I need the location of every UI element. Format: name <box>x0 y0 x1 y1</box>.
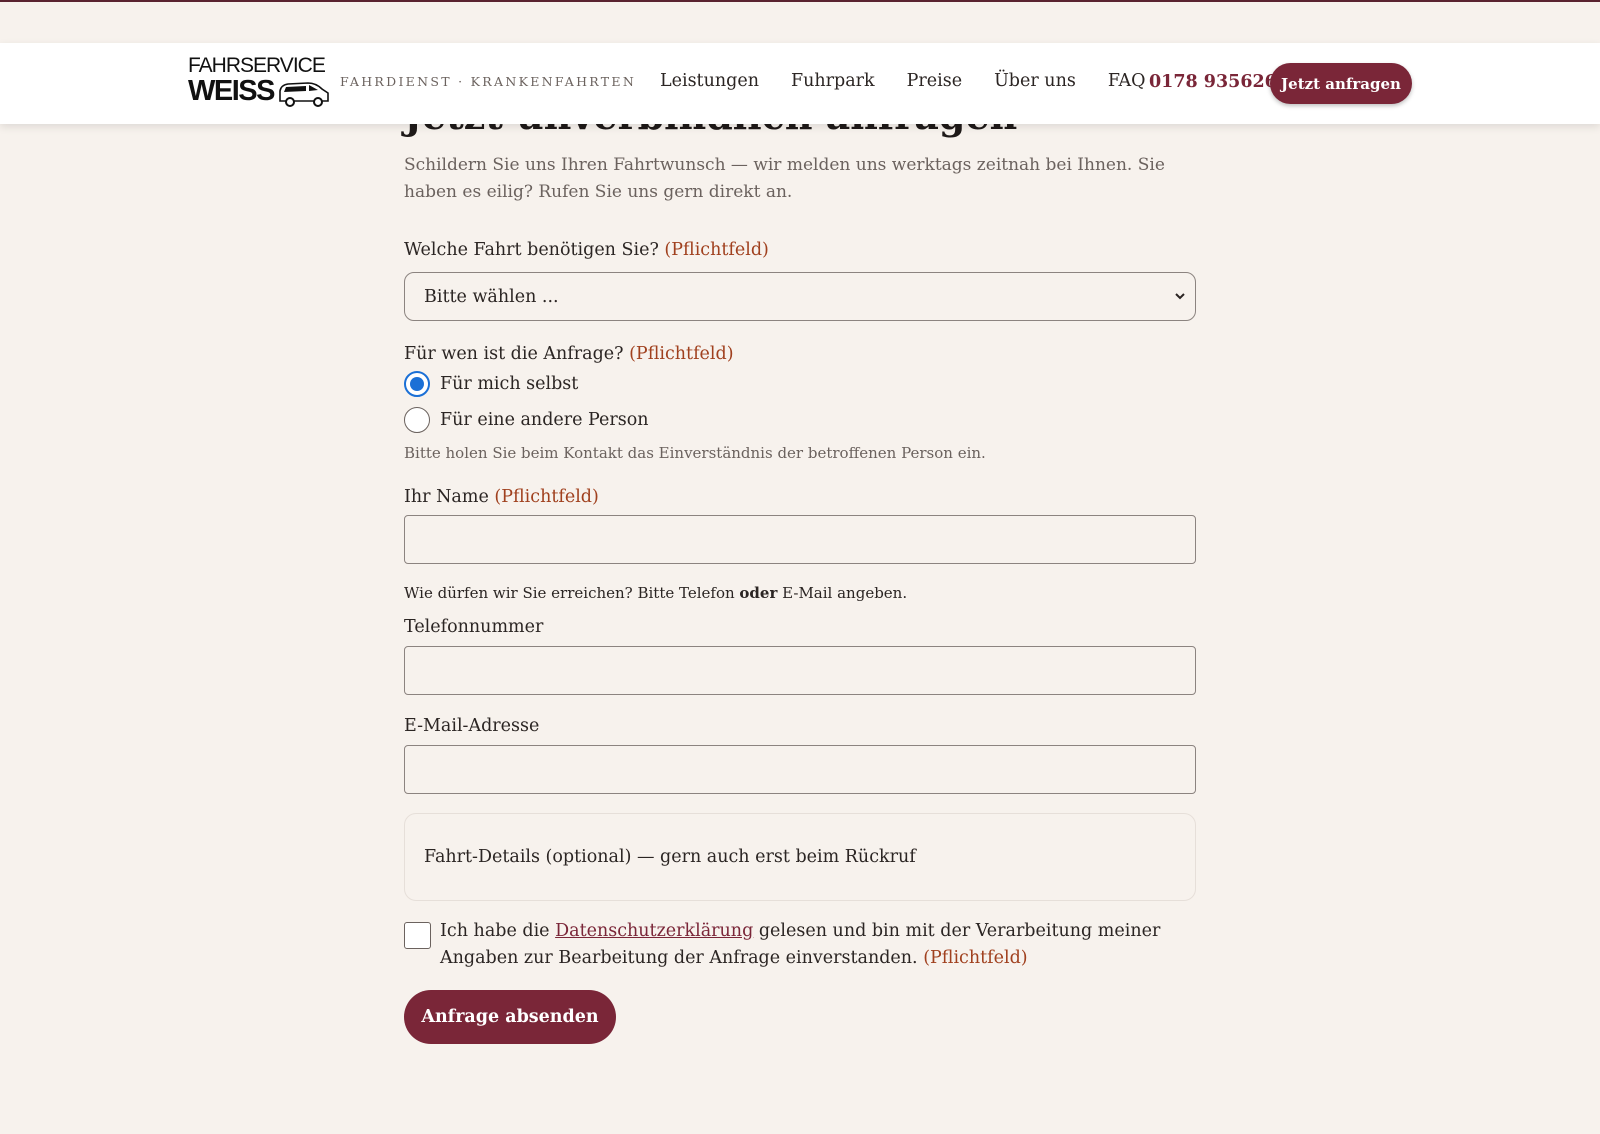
top-accent-line <box>0 0 1600 2</box>
details-textarea[interactable]: Fahrt-Details (optional) — gern auch ers… <box>404 813 1196 901</box>
name-label: Ihr Name (Pflichtfeld) <box>404 487 599 507</box>
logo-text-bottom: WEISS <box>188 75 275 107</box>
for-whom-label: Für wen ist die Anfrage? (Pflichtfeld) <box>404 344 734 364</box>
ride-type-label: Welche Fahrt benötigen Sie? (Pflichtfeld… <box>404 240 769 260</box>
nav-ueber-uns[interactable]: Über uns <box>994 71 1076 91</box>
nav-faq[interactable]: FAQ <box>1108 71 1146 91</box>
phone-link[interactable]: 0178 9356262 <box>1149 72 1289 92</box>
name-input[interactable] <box>404 515 1196 564</box>
consent-hint: Bitte holen Sie beim Kontakt das Einvers… <box>404 444 986 462</box>
radio-other[interactable] <box>404 407 430 433</box>
required-marker: (Pflichtfeld) <box>494 487 599 507</box>
logo[interactable]: FAHRSERVICE WEISS <box>188 55 330 113</box>
required-marker: (Pflichtfeld) <box>629 344 734 364</box>
phone-input[interactable] <box>404 646 1196 695</box>
phone-label: Telefonnummer <box>404 617 544 637</box>
intro-text: Schildern Sie uns Ihren Fahrtwunsch — wi… <box>404 155 1165 202</box>
submit-button[interactable]: Anfrage absenden <box>404 990 616 1044</box>
radio-option-self[interactable]: Für mich selbst <box>404 371 578 397</box>
email-label: E-Mail-Adresse <box>404 716 540 736</box>
nav-fuhrpark[interactable]: Fuhrpark <box>791 71 875 91</box>
contact-hint: Wie dürfen wir Sie erreichen? Bitte Tele… <box>404 584 908 602</box>
request-cta-button[interactable]: Jetzt anfragen <box>1270 63 1412 104</box>
radio-option-other[interactable]: Für eine andere Person <box>404 407 649 433</box>
logo-text-top: FAHRSERVICE <box>188 54 326 77</box>
tagline: FAHRDIENST · KRANKENFAHRTEN <box>340 74 637 89</box>
site-header: FAHRSERVICE WEISS FAHRDIENST · KRANKENFA… <box>0 43 1600 124</box>
privacy-checkbox[interactable] <box>404 922 431 949</box>
required-marker: (Pflichtfeld) <box>923 948 1028 968</box>
details-placeholder: Fahrt-Details (optional) — gern auch ers… <box>424 847 916 867</box>
chevron-down-icon <box>1175 293 1185 300</box>
nav-preise[interactable]: Preise <box>907 71 962 91</box>
ride-type-select[interactable]: Bitte wählen ... <box>404 272 1196 321</box>
radio-self[interactable] <box>404 371 430 397</box>
nav-leistungen[interactable]: Leistungen <box>660 71 759 91</box>
privacy-link[interactable]: Datenschutzerklärung <box>555 921 753 941</box>
privacy-consent-text: Ich habe die Datenschutzerklärung gelese… <box>440 921 1161 968</box>
van-icon <box>279 82 329 107</box>
radio-label-self: Für mich selbst <box>440 374 579 394</box>
email-input[interactable] <box>404 745 1196 794</box>
ride-type-value: Bitte wählen ... <box>424 286 559 307</box>
main-nav: Leistungen Fuhrpark Preise Über uns FAQ <box>660 71 1177 91</box>
required-marker: (Pflichtfeld) <box>664 240 769 260</box>
radio-label-other: Für eine andere Person <box>440 410 649 430</box>
